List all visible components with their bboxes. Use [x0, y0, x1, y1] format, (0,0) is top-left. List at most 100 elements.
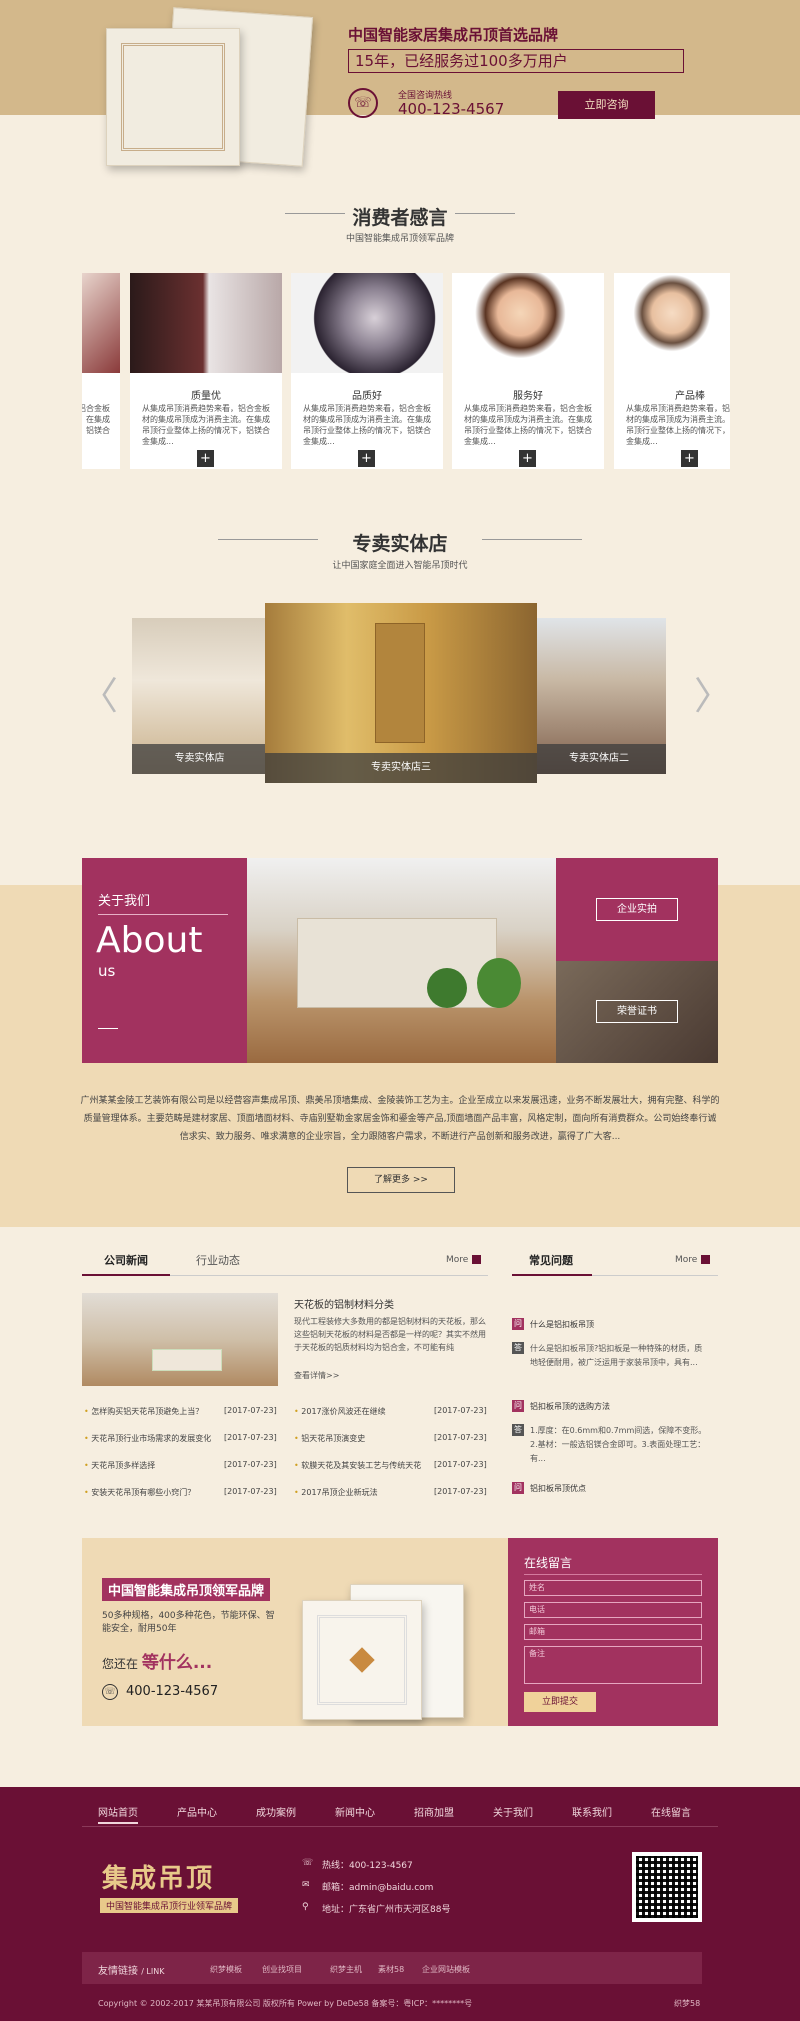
news-title: 2017吊顶企业新玩法 — [301, 1488, 378, 1497]
news-title: 天花吊顶行业市场需求的发展变化 — [91, 1434, 212, 1443]
footer-logo: 集成吊顶 — [102, 1864, 215, 1894]
about-photo — [247, 858, 556, 1063]
divider — [524, 1574, 702, 1575]
tab-company-news[interactable]: 公司新闻 — [104, 1252, 148, 1268]
footer-nav-products[interactable]: 产品中心 — [177, 1804, 217, 1819]
news-item[interactable]: • 2017涨价风波还在继续 — [294, 1406, 386, 1417]
news-title: 2017涨价风波还在继续 — [301, 1407, 386, 1416]
phone-field[interactable]: 电话 — [524, 1602, 702, 1618]
footer-nav-about[interactable]: 关于我们 — [493, 1804, 533, 1819]
name-field[interactable]: 姓名 — [524, 1580, 702, 1596]
testimonial-card-partial[interactable]: 从集成吊顶消费趋势来看，铝合金板材的集成吊顶成为消费主流。在集成吊顶行业整体上扬… — [82, 273, 120, 469]
footer-nav-news[interactable]: 新闻中心 — [335, 1804, 375, 1819]
divider — [82, 1826, 718, 1827]
card-image — [291, 273, 443, 373]
testimonial-card[interactable]: 质量优 从集成吊顶消费趋势来看，铝合金板材的集成吊顶成为消费主流。在集成吊顶行业… — [130, 273, 282, 469]
store-slide[interactable]: 专卖实体店 — [132, 618, 267, 774]
plus-icon — [472, 1255, 482, 1264]
store-slide[interactable]: 专卖实体店二 — [532, 618, 666, 774]
phone-icon: ☏ — [302, 1858, 314, 1868]
faq-question[interactable]: 铝扣板吊顶优点 — [530, 1483, 586, 1494]
news-item[interactable]: • 软膜天花及其安装工艺与传统天花 — [294, 1460, 421, 1471]
testimonial-card[interactable]: 品质好 从集成吊顶消费趋势来看，铝合金板材的集成吊顶成为消费主流。在集成吊顶行业… — [291, 273, 443, 469]
news-title: 怎样购买铝天花吊顶避免上当？ — [91, 1407, 204, 1416]
card-title: 质量优 — [191, 391, 221, 402]
news-date: [2017-07-23] — [434, 1487, 487, 1496]
friend-link[interactable]: 素材58 — [378, 1964, 404, 1975]
email-field[interactable]: 邮箱 — [524, 1624, 702, 1640]
news-feature-link[interactable]: 查看详情>> — [294, 1370, 339, 1381]
tab-industry-news[interactable]: 行业动态 — [196, 1252, 240, 1268]
store-door — [375, 623, 425, 743]
photos-button[interactable]: 企业实拍 — [596, 898, 678, 921]
footer-right-text: 织梦58 — [674, 1999, 701, 2008]
consult-button[interactable]: 立即咨询 — [558, 91, 655, 119]
faq-question[interactable]: 什么是铝扣板吊顶 — [530, 1319, 594, 1330]
answer-icon: 答 — [512, 1424, 524, 1436]
plus-icon[interactable]: + — [358, 450, 375, 467]
card-title: 服务好 — [513, 391, 543, 402]
question-icon: 问 — [512, 1318, 524, 1330]
submit-button[interactable]: 立即提交 — [524, 1692, 596, 1712]
news-date: [2017-07-23] — [434, 1433, 487, 1442]
hotline-number: 400-123-4567 — [398, 100, 505, 118]
friend-link[interactable]: 企业网站模板 — [422, 1964, 470, 1975]
sofa — [152, 1349, 222, 1371]
faq-more-link[interactable]: More — [675, 1255, 711, 1265]
friend-link[interactable]: 织梦主机 — [330, 1964, 362, 1975]
footer-nav-join[interactable]: 招商加盟 — [414, 1804, 454, 1819]
about-panel: 关于我们 About us — [82, 858, 247, 1063]
plus-icon[interactable]: + — [519, 450, 536, 467]
divider — [170, 1275, 488, 1276]
news-item[interactable]: • 铝天花吊顶演变史 — [294, 1433, 365, 1444]
card-image — [452, 273, 604, 373]
footer-nav-cases[interactable]: 成功案例 — [256, 1804, 296, 1819]
card-title: 品质好 — [352, 391, 382, 402]
about-text: 广州某某金陵工艺装饰有限公司是以经营容声集成吊顶、鼎美吊顶墙集成、金陵装饰工艺为… — [80, 1096, 720, 1142]
answer-icon: 答 — [512, 1342, 524, 1354]
stores-subheading: 让中国家庭全面进入智能吊顶时代 — [332, 561, 468, 571]
news-item[interactable]: • 天花吊顶行业市场需求的发展变化 — [84, 1433, 211, 1444]
about-more-button[interactable]: 了解更多 >> — [347, 1167, 455, 1193]
certificates-button[interactable]: 荣誉证书 — [596, 1000, 678, 1023]
news-item[interactable]: • 2017吊顶企业新玩法 — [294, 1487, 378, 1498]
chevron-left-icon[interactable]: 〈 — [80, 672, 118, 720]
plant — [477, 958, 521, 1008]
plant — [427, 968, 467, 1008]
mail-icon: ✉ — [302, 1880, 310, 1890]
tile-image-front — [302, 1600, 422, 1720]
faq-heading: 常见问题 — [529, 1254, 573, 1267]
promo-desc: 50多种规格，400多种花色，节能环保、智能安全，耐用50年 — [102, 1611, 275, 1634]
testimonials-subheading: 中国智能集成吊顶领军品牌 — [345, 234, 454, 244]
faq-question[interactable]: 铝扣板吊顶的选购方法 — [530, 1401, 610, 1412]
store-slide-active[interactable]: 专卖实体店三 — [265, 603, 537, 783]
plus-icon[interactable]: + — [197, 450, 214, 467]
news-title: 软膜天花及其安装工艺与传统天花 — [301, 1461, 422, 1470]
chevron-right-icon[interactable]: 〉 — [694, 672, 732, 720]
note-field[interactable]: 备注 — [524, 1646, 702, 1684]
footer-nav-home[interactable]: 网站首页 — [98, 1804, 138, 1819]
news-title: 天花吊顶多样选择 — [91, 1461, 156, 1470]
news-item[interactable]: • 怎样购买铝天花吊顶避免上当？ — [84, 1406, 203, 1417]
divider — [98, 1028, 118, 1029]
links-label-en: / LINK — [141, 1967, 165, 1976]
testimonial-card[interactable]: 服务好 从集成吊顶消费趋势来看，铝合金板材的集成吊顶成为消费主流。在集成吊顶行业… — [452, 273, 604, 469]
footer-nav-contact[interactable]: 联系我们 — [572, 1804, 612, 1819]
faq-answer: 什么是铝扣板吊顶?铝扣板是一种特殊的材质，质地轻便耐用，被广泛运用于家装吊顶中，… — [530, 1344, 703, 1367]
news-feature-image — [82, 1293, 278, 1386]
footer-nav-message[interactable]: 在线留言 — [651, 1804, 691, 1819]
news-feature-title[interactable]: 天花板的铝制材料分类 — [294, 1296, 394, 1311]
tile-image-front — [106, 28, 240, 166]
news-feature-text: 现代工程装修大多数用的都是铝制材料的天花板，那么这些铝制天花板的材料是否都是一样… — [294, 1317, 486, 1352]
friend-link[interactable]: 织梦模板 — [210, 1964, 242, 1975]
plus-icon[interactable]: + — [681, 450, 698, 467]
promo-what: 等什么... — [141, 1653, 213, 1673]
friend-link[interactable]: 创业找项目 — [262, 1964, 302, 1975]
news-item[interactable]: • 安装天花吊顶有哪些小窍门？ — [84, 1487, 195, 1498]
promo-wait: 您还在 — [102, 1657, 139, 1671]
news-more-link[interactable]: More — [446, 1255, 482, 1265]
news-item[interactable]: • 天花吊顶多样选择 — [84, 1460, 155, 1471]
location-icon: ⚲ — [302, 1902, 309, 1912]
news-title: 铝天花吊顶演变史 — [301, 1434, 366, 1443]
testimonial-card[interactable]: 产品棒 从集成吊顶消费趋势来看，铝合金板材的集成吊顶成为消费主流。在集成吊顶行业… — [614, 273, 730, 469]
